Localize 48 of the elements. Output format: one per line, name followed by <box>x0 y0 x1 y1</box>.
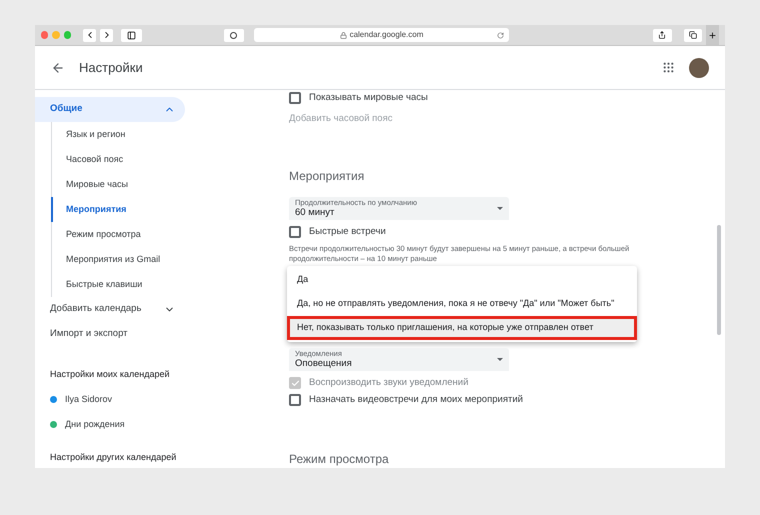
tabs-icon <box>688 31 697 39</box>
dropdown-caret-icon <box>497 206 503 210</box>
checkbox[interactable] <box>289 394 301 406</box>
forward-button[interactable] <box>100 28 114 42</box>
share-button[interactable] <box>652 28 672 42</box>
plus-icon <box>708 30 718 40</box>
sidebar-item[interactable]: Быстрые клавиши <box>51 272 260 297</box>
sidebar-item[interactable]: Язык и регион <box>51 122 260 147</box>
check-icon <box>290 378 300 388</box>
sidebar-item[interactable]: Добавить календарь <box>35 297 185 322</box>
section-heading: Режим просмотра <box>289 451 390 468</box>
address-bar[interactable]: calendar.google.com <box>254 28 509 42</box>
reload-icon[interactable] <box>496 32 504 38</box>
menu-option[interactable]: Нет, показывать только приглашения, на которые уже отправлен ответ <box>287 316 637 340</box>
new-tab-button[interactable] <box>706 25 720 45</box>
avatar[interactable] <box>689 58 709 78</box>
section-title: Настройки других календарей <box>49 451 178 464</box>
sidebar-toggle-button[interactable] <box>121 28 142 42</box>
sidebar-item[interactable]: Мировые часы <box>51 172 260 197</box>
checkbox-label: Назначать видеовстречи для моих мероприятий <box>309 392 523 407</box>
page-title: Настройки <box>79 58 143 77</box>
lock-icon <box>340 32 347 38</box>
sidebar-item[interactable]: Мероприятия <box>51 197 260 222</box>
back-arrow-icon[interactable] <box>51 60 65 74</box>
share-icon <box>658 31 666 39</box>
sidebar-item[interactable]: Мероприятия из Gmail <box>51 247 260 272</box>
sidebar-item[interactable]: Общие <box>35 97 185 122</box>
checkbox-label: Воспроизводить звуки уведомлений <box>309 376 468 390</box>
apps-grid-icon[interactable] <box>662 61 675 74</box>
back-button[interactable] <box>83 28 96 42</box>
checkbox-label: Показывать мировые часы <box>309 91 428 106</box>
menu-option[interactable]: Да, но не отправлять уведомления, пока я не отвечу "Да" или "Может быть" <box>287 292 637 316</box>
checkbox[interactable] <box>289 92 301 104</box>
sidebar-item[interactable]: Импорт и экспорт <box>35 322 185 347</box>
sidebar-item[interactable]: Режим просмотра <box>51 222 260 247</box>
section-title: Настройки моих календарей <box>49 368 171 381</box>
menu-option[interactable]: Да <box>287 268 637 292</box>
calendar-name[interactable]: Дни рождения <box>65 418 125 432</box>
tabs-button[interactable] <box>684 28 702 42</box>
checkbox[interactable] <box>289 226 301 238</box>
sidebar-icon <box>126 30 136 40</box>
scrollbar-thumb[interactable] <box>717 225 721 335</box>
section-heading: Мероприятия <box>289 168 366 185</box>
sidebar-item[interactable]: Часовой пояс <box>51 147 260 172</box>
privacy-button[interactable] <box>224 28 244 42</box>
checkbox-label: Быстрые встречи <box>309 224 386 239</box>
dropdown-caret-icon <box>497 358 503 362</box>
calendar-name[interactable]: Ilya Sidorov <box>65 392 112 406</box>
